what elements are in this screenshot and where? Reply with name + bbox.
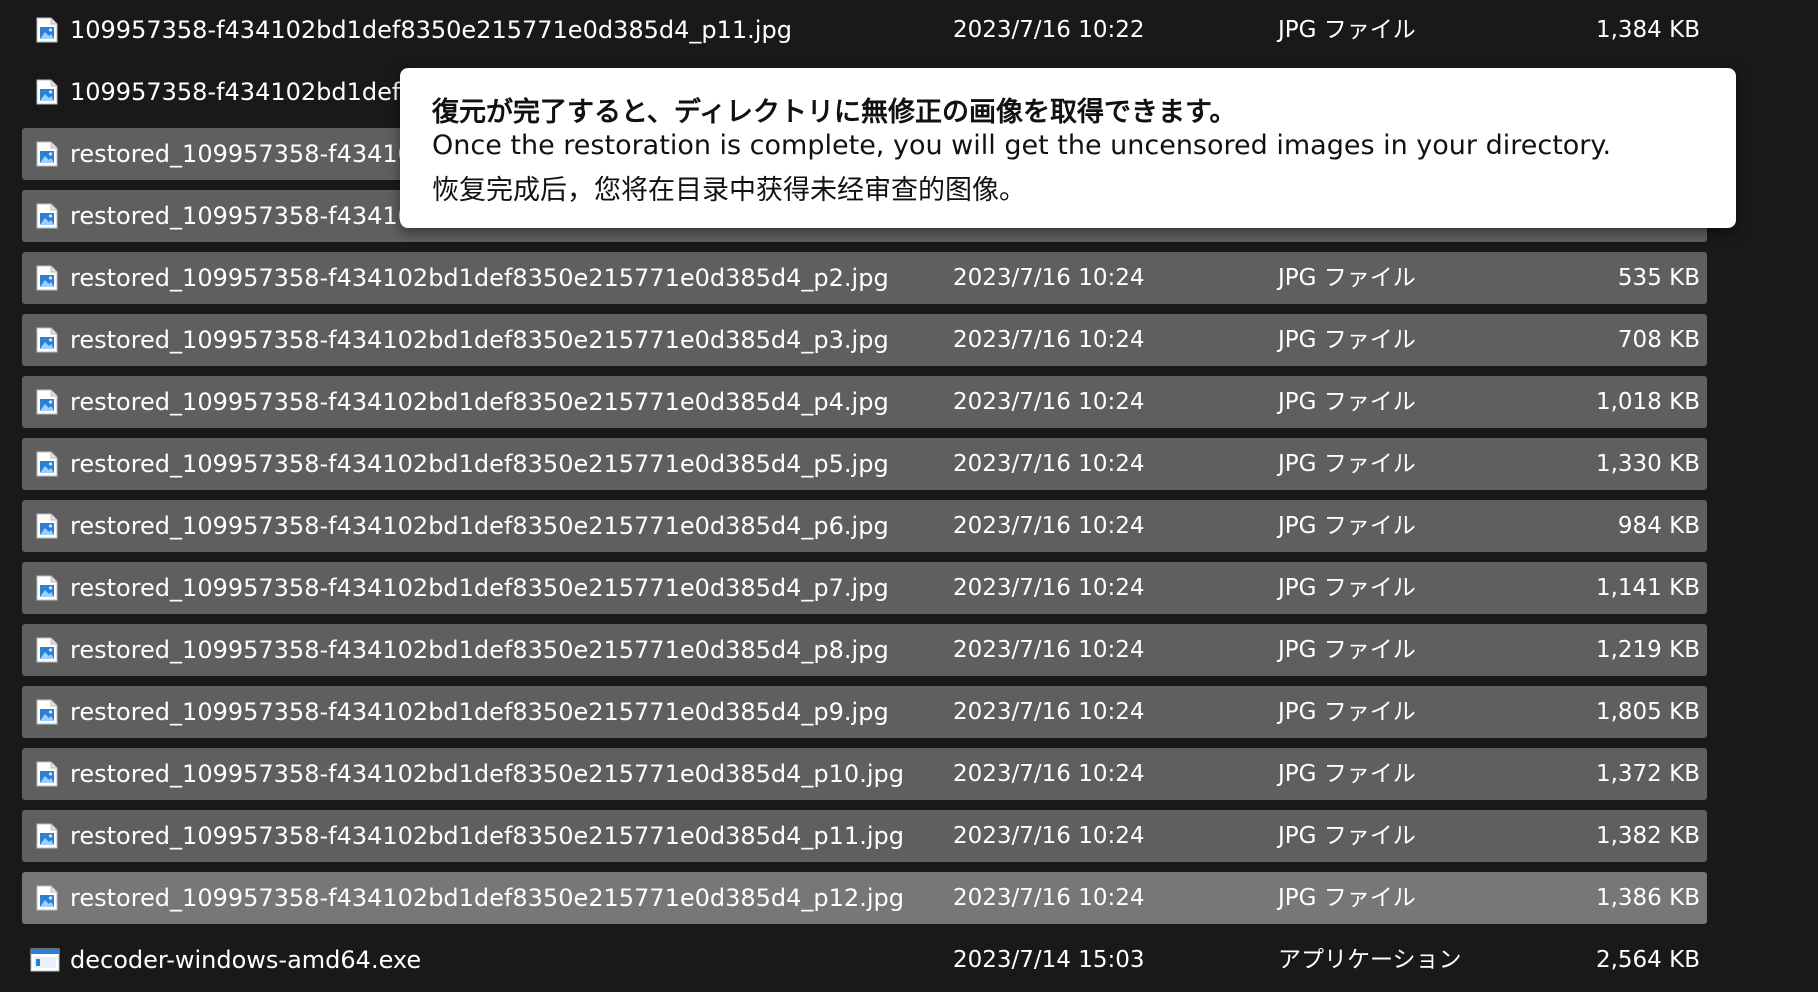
file-date: 2023/7/16 10:24	[953, 265, 1145, 291]
tooltip-line-chinese: 恢复完成后，您将在目录中获得未经审查的图像。	[432, 175, 1026, 206]
jpg-file-icon	[36, 265, 58, 291]
jpg-file-icon	[36, 823, 58, 849]
file-size: 1,382 KB	[1595, 823, 1700, 849]
file-type: JPG ファイル	[1278, 327, 1416, 353]
file-date: 2023/7/16 10:24	[953, 513, 1145, 539]
file-name: restored_109957358-f434102b	[70, 140, 444, 168]
file-size: 1,330 KB	[1595, 451, 1700, 477]
file-type: JPG ファイル	[1278, 761, 1416, 787]
file-type: JPG ファイル	[1278, 389, 1416, 415]
file-size: 984 KB	[1617, 513, 1700, 539]
file-type: JPG ファイル	[1278, 513, 1416, 539]
file-name: restored_109957358-f434102bd1def8350e215…	[70, 326, 889, 354]
file-date: 2023/7/14 15:03	[953, 947, 1145, 973]
file-name: restored_109957358-f434102bd1def8350e215…	[70, 512, 889, 540]
file-row[interactable]: restored_109957358-f434102bd1def8350e215…	[22, 314, 1707, 366]
file-row[interactable]: restored_109957358-f434102bd1def8350e215…	[22, 376, 1707, 428]
jpg-file-icon	[36, 575, 58, 601]
jpg-file-icon	[36, 637, 58, 663]
file-type: アプリケーション	[1278, 947, 1462, 973]
file-date: 2023/7/16 10:24	[953, 761, 1145, 787]
file-date: 2023/7/16 10:24	[953, 575, 1145, 601]
jpg-file-icon	[36, 17, 58, 43]
jpg-file-icon	[36, 699, 58, 725]
file-type: JPG ファイル	[1278, 451, 1416, 477]
file-name: restored_109957358-f434102bd1def8350e215…	[70, 636, 889, 664]
file-row[interactable]: decoder-windows-amd64.exe 2023/7/14 15:03…	[22, 934, 1707, 986]
file-name: restored_109957358-f434102bd1def8350e215…	[70, 264, 889, 292]
exe-file-icon	[30, 948, 60, 974]
file-size: 1,141 KB	[1595, 575, 1700, 601]
jpg-file-icon	[36, 513, 58, 539]
file-name: 109957358-f434102bd1def8350e215771e0d385…	[70, 16, 792, 44]
jpg-file-icon	[36, 327, 58, 353]
file-row[interactable]: restored_109957358-f434102bd1def8350e215…	[22, 686, 1707, 738]
file-name: restored_109957358-f434102bd1def8350e215…	[70, 388, 889, 416]
file-date: 2023/7/16 10:24	[953, 823, 1145, 849]
file-name: 109957358-f434102bd1def835	[70, 78, 447, 106]
file-date: 2023/7/16 10:24	[953, 699, 1145, 725]
file-row[interactable]: restored_109957358-f434102bd1def8350e215…	[22, 624, 1707, 676]
jpg-file-icon	[36, 203, 58, 229]
file-row[interactable]: restored_109957358-f434102bd1def8350e215…	[22, 500, 1707, 552]
file-row[interactable]: restored_109957358-f434102bd1def8350e215…	[22, 810, 1707, 862]
jpg-file-icon	[36, 885, 58, 911]
file-type: JPG ファイル	[1278, 637, 1416, 663]
jpg-file-icon	[36, 389, 58, 415]
info-tooltip: 復元が完了すると、ディレクトリに無修正の画像を取得できます。 Once the …	[400, 68, 1736, 228]
file-size: 2,564 KB	[1595, 947, 1700, 973]
file-type: JPG ファイル	[1278, 823, 1416, 849]
file-name: restored_109957358-f434102bd1def8350e215…	[70, 574, 889, 602]
file-date: 2023/7/16 10:22	[953, 17, 1145, 43]
file-size: 535 KB	[1617, 265, 1700, 291]
file-row[interactable]: restored_109957358-f434102bd1def8350e215…	[22, 748, 1707, 800]
file-type: JPG ファイル	[1278, 885, 1416, 911]
file-date: 2023/7/16 10:24	[953, 327, 1145, 353]
file-size: 1,219 KB	[1595, 637, 1700, 663]
file-row[interactable]: restored_109957358-f434102bd1def8350e215…	[22, 252, 1707, 304]
file-name: restored_109957358-f434102bd1def8350e215…	[70, 698, 889, 726]
file-name: restored_109957358-f434102b	[70, 202, 444, 230]
file-name: restored_109957358-f434102bd1def8350e215…	[70, 884, 904, 912]
file-size: 1,372 KB	[1595, 761, 1700, 787]
file-date: 2023/7/16 10:24	[953, 885, 1145, 911]
file-size: 1,384 KB	[1595, 17, 1700, 43]
jpg-file-icon	[36, 451, 58, 477]
file-size: 1,018 KB	[1595, 389, 1700, 415]
file-row[interactable]: restored_109957358-f434102bd1def8350e215…	[22, 872, 1707, 924]
file-type: JPG ファイル	[1278, 17, 1416, 43]
file-size: 1,386 KB	[1595, 885, 1700, 911]
file-row[interactable]: restored_109957358-f434102bd1def8350e215…	[22, 562, 1707, 614]
tooltip-line-japanese: 復元が完了すると、ディレクトリに無修正の画像を取得できます。	[432, 97, 1237, 128]
file-size: 708 KB	[1617, 327, 1700, 353]
file-type: JPG ファイル	[1278, 575, 1416, 601]
file-name: restored_109957358-f434102bd1def8350e215…	[70, 450, 889, 478]
file-name: restored_109957358-f434102bd1def8350e215…	[70, 822, 904, 850]
file-date: 2023/7/16 10:24	[953, 389, 1145, 415]
file-date: 2023/7/16 10:24	[953, 451, 1145, 477]
file-type: JPG ファイル	[1278, 699, 1416, 725]
jpg-file-icon	[36, 761, 58, 787]
jpg-file-icon	[36, 79, 58, 105]
file-name: restored_109957358-f434102bd1def8350e215…	[70, 760, 904, 788]
file-row[interactable]: 109957358-f434102bd1def8350e215771e0d385…	[22, 4, 1707, 56]
file-row[interactable]: restored_109957358-f434102bd1def8350e215…	[22, 438, 1707, 490]
tooltip-line-english: Once the restoration is complete, you wi…	[432, 130, 1612, 161]
file-type: JPG ファイル	[1278, 265, 1416, 291]
jpg-file-icon	[36, 141, 58, 167]
file-size: 1,805 KB	[1595, 699, 1700, 725]
file-name: decoder-windows-amd64.exe	[70, 946, 422, 974]
file-date: 2023/7/16 10:24	[953, 637, 1145, 663]
